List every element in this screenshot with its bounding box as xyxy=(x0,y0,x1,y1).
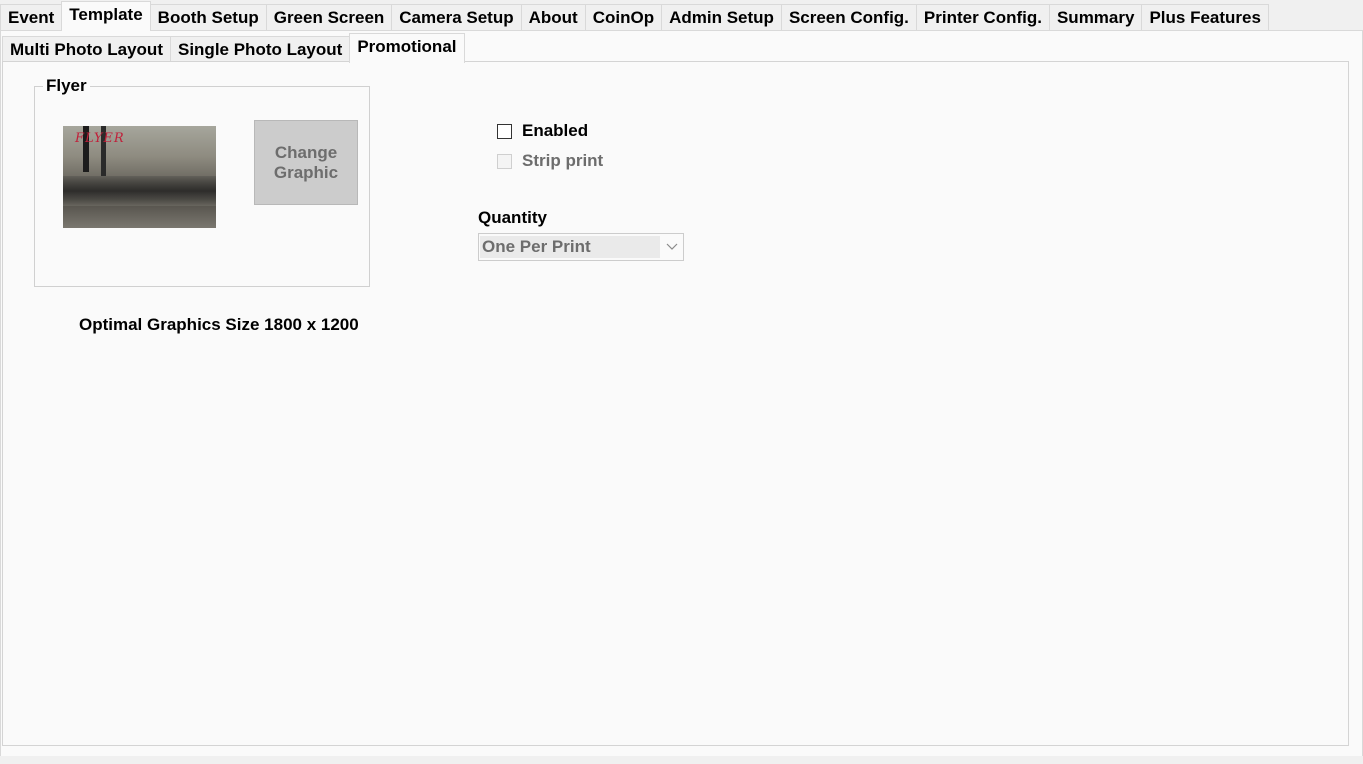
preview-blur xyxy=(63,176,216,206)
tab-about[interactable]: About xyxy=(520,4,586,30)
quantity-label: Quantity xyxy=(478,208,547,227)
strip-print-checkbox[interactable] xyxy=(497,153,512,169)
tab-single-photo-layout[interactable]: Single Photo Layout xyxy=(169,36,351,62)
tab-plus-features[interactable]: Plus Features xyxy=(1141,4,1269,30)
tab-coinop[interactable]: CoinOp xyxy=(584,4,663,30)
flyer-preview-image: FLYER xyxy=(63,126,216,228)
enabled-checkbox-row[interactable]: Enabled xyxy=(497,121,588,141)
tab-promotional[interactable]: Promotional xyxy=(349,33,465,63)
enabled-label: Enabled xyxy=(522,121,589,140)
quantity-dropdown[interactable]: One Per Print xyxy=(478,233,684,261)
quantity-selected-value: One Per Print xyxy=(480,236,660,258)
flyer-preview-text: FLYER xyxy=(75,131,125,146)
flyer-group-title: Flyer xyxy=(43,76,90,96)
strip-print-checkbox-row[interactable]: Strip print xyxy=(497,151,603,171)
tab-template[interactable]: Template xyxy=(61,1,151,31)
tab-event[interactable]: Event xyxy=(0,4,63,30)
tab-admin-setup[interactable]: Admin Setup xyxy=(661,4,782,30)
tab-multi-photo-layout[interactable]: Multi Photo Layout xyxy=(2,36,171,62)
optimal-size-label: Optimal Graphics Size 1800 x 1200 xyxy=(79,315,359,334)
tab-printer-config[interactable]: Printer Config. xyxy=(915,4,1050,30)
enabled-checkbox[interactable] xyxy=(497,123,512,139)
change-graphic-button[interactable]: Change Graphic xyxy=(254,120,358,205)
main-tab-bar: Event Template Booth Setup Green Screen … xyxy=(0,1,1269,31)
tab-screen-config[interactable]: Screen Config. xyxy=(780,4,917,30)
tab-summary[interactable]: Summary xyxy=(1048,4,1143,30)
tab-camera-setup[interactable]: Camera Setup xyxy=(391,4,522,30)
chevron-down-icon[interactable] xyxy=(660,243,683,251)
tab-booth-setup[interactable]: Booth Setup xyxy=(149,4,267,30)
tab-green-screen[interactable]: Green Screen xyxy=(265,4,393,30)
window-bottom-edge xyxy=(0,756,1363,764)
strip-print-label: Strip print xyxy=(522,151,604,170)
template-sub-tab-bar: Multi Photo Layout Single Photo Layout P… xyxy=(2,33,465,63)
